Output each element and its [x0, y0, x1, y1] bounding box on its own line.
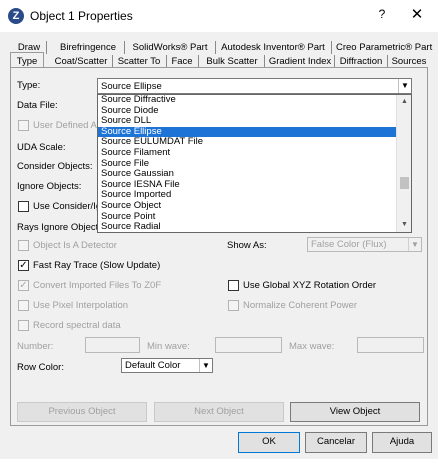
- chevron-down-icon[interactable]: ▼: [199, 359, 212, 372]
- show-as-label: Show As:: [227, 240, 267, 251]
- type-select-value: Source Ellipse: [101, 81, 162, 92]
- next-object-button[interactable]: Next Object: [154, 402, 284, 422]
- title-bar: Z Object 1 Properties ? ✕: [0, 0, 438, 32]
- dropdown-option[interactable]: Source Filament: [98, 147, 411, 159]
- show-as-select[interactable]: False Color (Flux) ▼: [307, 237, 422, 252]
- tab-creo-parametric-part[interactable]: Creo Parametric® Part: [336, 41, 432, 55]
- use-global-xyz-label: Use Global XYZ Rotation Order: [243, 280, 377, 291]
- use-pixel-interp-checkbox[interactable]: [18, 300, 29, 311]
- dropdown-option[interactable]: Source Object: [98, 200, 411, 212]
- convert-imported-label: Convert Imported Files To Z0F: [33, 280, 162, 291]
- type-select[interactable]: Source Ellipse ▼: [97, 78, 412, 94]
- dropdown-scrollbar[interactable]: ▲ ▼: [396, 95, 411, 232]
- help-button[interactable]: Ajuda: [372, 432, 432, 453]
- row-color-value: Default Color: [125, 360, 181, 371]
- normalize-coherent-label: Normalize Coherent Power: [243, 300, 358, 311]
- view-object-button[interactable]: View Object: [290, 402, 420, 422]
- tab-separator: [331, 41, 332, 54]
- user-defined-checkbox[interactable]: [18, 120, 29, 131]
- scroll-up-icon[interactable]: ▲: [397, 95, 411, 109]
- tab-birefringence[interactable]: Birefringence: [58, 41, 118, 55]
- consider-objects-label: Consider Objects:: [17, 161, 93, 172]
- object-is-detector-label: Object Is A Detector: [33, 240, 117, 251]
- fast-ray-trace-label: Fast Ray Trace (Slow Update): [33, 260, 161, 271]
- tab-autodesk-inventor-part[interactable]: Autodesk Inventor® Part: [220, 41, 326, 55]
- number-label: Number:: [17, 341, 54, 352]
- max-wave-input[interactable]: [357, 337, 424, 353]
- data-file-label: Data File:: [17, 100, 58, 111]
- fast-ray-trace-checkbox[interactable]: ✓: [18, 260, 29, 271]
- row-color-select[interactable]: Default Color ▼: [121, 358, 213, 373]
- user-defined-label: User Defined Ap: [33, 120, 103, 131]
- min-wave-label: Min wave:: [147, 341, 190, 352]
- tab-solidworks-part[interactable]: SolidWorks® Part: [130, 41, 210, 55]
- max-wave-label: Max wave:: [289, 341, 335, 352]
- use-global-xyz-checkbox[interactable]: [228, 280, 239, 291]
- row-color-label: Row Color:: [17, 362, 64, 373]
- zemax-app-icon: Z: [8, 8, 24, 24]
- ok-button[interactable]: OK: [238, 432, 300, 453]
- window-title: Object 1 Properties: [30, 9, 133, 23]
- use-pixel-interp-label: Use Pixel Interpolation: [33, 300, 129, 311]
- record-spectral-label: Record spectral data: [33, 320, 121, 331]
- object-is-detector-checkbox[interactable]: [18, 240, 29, 251]
- cancel-button[interactable]: Cancelar: [305, 432, 367, 453]
- type-label: Type:: [17, 80, 41, 91]
- scroll-thumb[interactable]: [400, 177, 409, 189]
- convert-imported-checkbox[interactable]: ✓: [18, 280, 29, 291]
- min-wave-input[interactable]: [215, 337, 282, 353]
- rays-ignore-label: Rays Ignore Object:: [17, 222, 101, 233]
- use-consider-checkbox[interactable]: [18, 201, 29, 212]
- help-title-button[interactable]: ?: [372, 7, 392, 25]
- tab-separator: [124, 41, 125, 54]
- chevron-down-icon[interactable]: ▼: [398, 79, 411, 93]
- ignore-objects-label: Ignore Objects:: [17, 181, 82, 192]
- type-dropdown-list[interactable]: Source Diffractive Source Diode Source D…: [97, 94, 412, 233]
- uda-scale-label: UDA Scale:: [17, 142, 66, 153]
- tab-separator: [215, 41, 216, 54]
- close-button[interactable]: ✕: [405, 5, 429, 27]
- dropdown-option[interactable]: Source Diffractive: [98, 95, 411, 106]
- dropdown-option[interactable]: Source Radial: [98, 222, 411, 232]
- previous-object-button[interactable]: Previous Object: [17, 402, 147, 422]
- scroll-down-icon[interactable]: ▼: [397, 218, 411, 232]
- normalize-coherent-checkbox[interactable]: [228, 300, 239, 311]
- use-consider-label: Use Consider/Ig: [33, 201, 102, 212]
- show-as-value: False Color (Flux): [311, 239, 387, 250]
- number-input[interactable]: [85, 337, 140, 353]
- chevron-down-icon[interactable]: ▼: [408, 238, 421, 251]
- record-spectral-checkbox[interactable]: [18, 320, 29, 331]
- tab-separator: [46, 41, 47, 54]
